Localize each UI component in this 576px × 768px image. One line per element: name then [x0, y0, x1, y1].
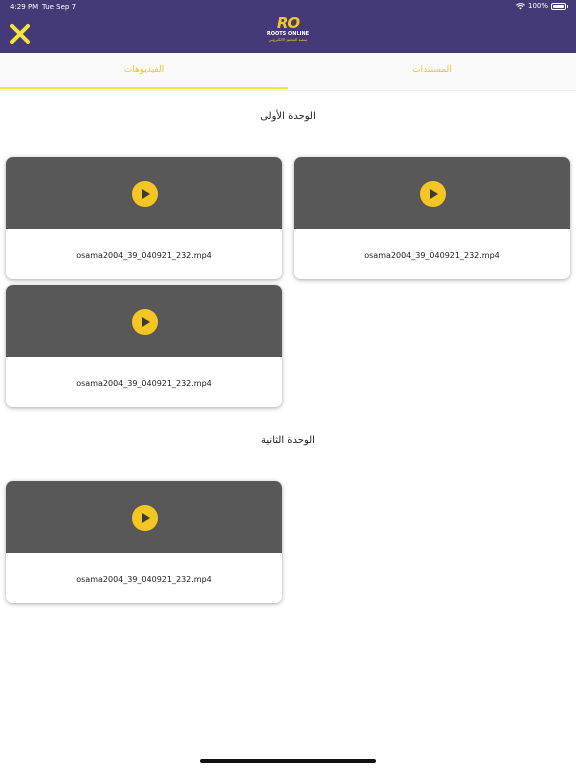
status-date: Tue Sep 7: [42, 3, 77, 11]
video-card[interactable]: osama2004_39_040921_232.mp4: [6, 285, 282, 407]
video-card[interactable]: osama2004_39_040921_232.mp4: [6, 157, 282, 279]
close-icon: [10, 24, 30, 44]
video-filename: osama2004_39_040921_232.mp4: [364, 251, 500, 260]
play-icon[interactable]: [132, 309, 158, 335]
tab-documents[interactable]: المستندات: [288, 53, 576, 90]
logo-subtitle: منصة التعليم الالكتروني: [268, 37, 308, 42]
close-button[interactable]: [8, 22, 32, 46]
battery-icon: [551, 2, 568, 10]
video-filename: osama2004_39_040921_232.mp4: [76, 251, 212, 260]
home-indicator: [200, 759, 376, 763]
status-bar: 4:29 PM Tue Sep 7 100%: [0, 0, 576, 14]
video-filename: osama2004_39_040921_232.mp4: [76, 575, 212, 584]
video-card[interactable]: osama2004_39_040921_232.mp4: [294, 157, 570, 279]
tab-bar: الفيديوهات المستندات: [0, 53, 576, 91]
active-tab-indicator: [0, 87, 288, 89]
play-icon[interactable]: [132, 505, 158, 531]
section-title: الوحدة الثانية: [261, 435, 315, 446]
tab-videos[interactable]: الفيديوهات: [0, 53, 288, 90]
play-icon[interactable]: [132, 181, 158, 207]
status-time: 4:29 PM: [10, 3, 39, 11]
logo-mark: RO: [276, 14, 300, 32]
play-icon[interactable]: [420, 181, 446, 207]
app-header: 4:29 PM Tue Sep 7 100% RO ROOTS ONLINE م…: [0, 0, 576, 53]
video-card[interactable]: osama2004_39_040921_232.mp4: [6, 481, 282, 603]
wifi-icon: [516, 2, 525, 9]
video-filename: osama2004_39_040921_232.mp4: [76, 379, 212, 388]
status-right: 100%: [516, 2, 568, 10]
battery-percent: 100%: [527, 2, 548, 10]
app-logo: RO ROOTS ONLINE منصة التعليم الالكتروني: [262, 16, 314, 50]
section-title: الوحدة الأولى: [260, 111, 316, 122]
